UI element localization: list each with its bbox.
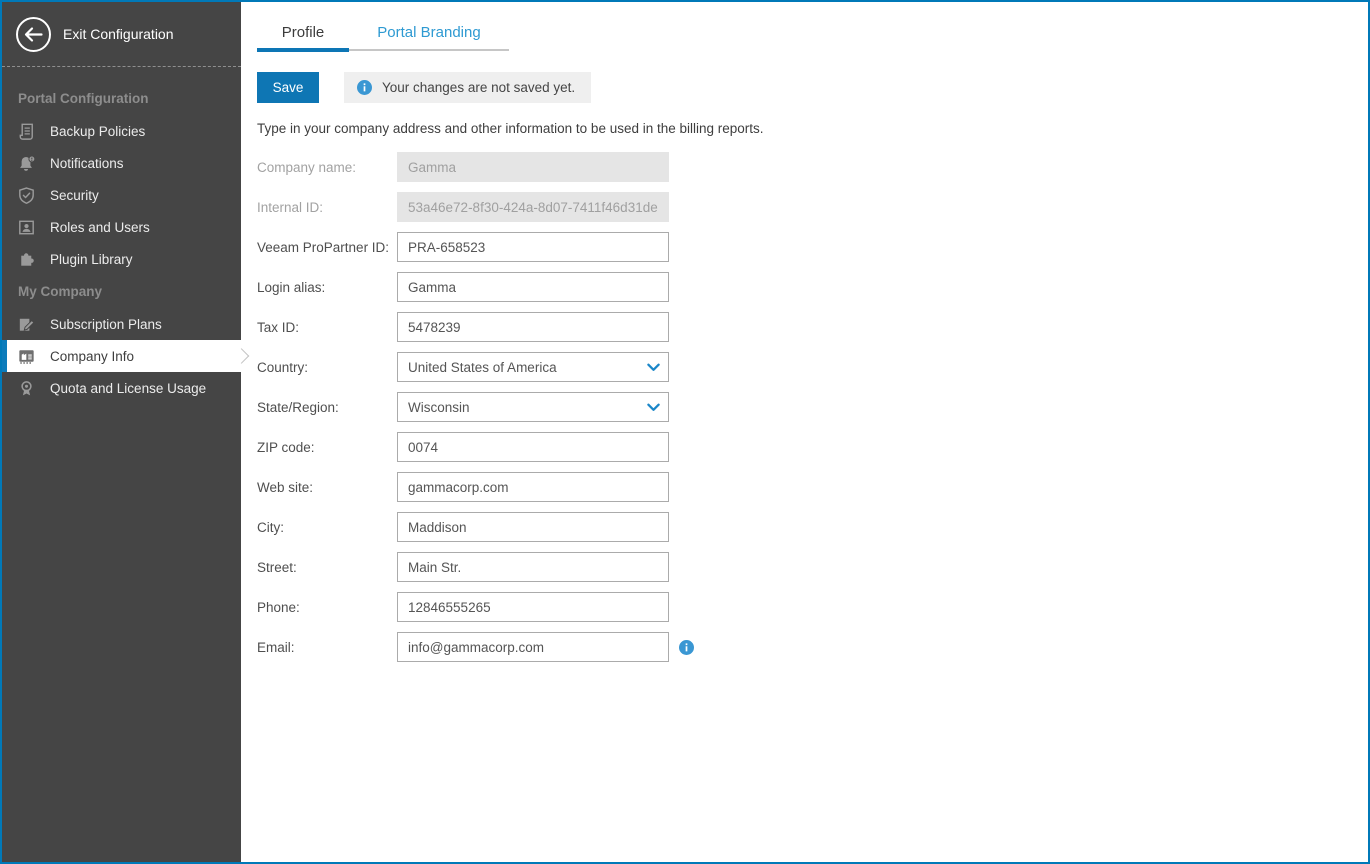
sidebar-item-label: Notifications (50, 156, 124, 171)
field-label: Internal ID: (257, 200, 397, 215)
field-label: Tax ID: (257, 320, 397, 335)
sidebar-item-label: Quota and License Usage (50, 381, 206, 396)
internal-id-field (397, 192, 669, 222)
security-icon (16, 185, 37, 206)
back-arrow-icon (15, 16, 52, 53)
field-label: Email: (257, 640, 397, 655)
state-region-select[interactable]: Wisconsin (397, 392, 669, 422)
field-label: Company name: (257, 160, 397, 175)
form-row-company-name: Company name: (257, 152, 1368, 182)
form-row-zip-code: ZIP code: (257, 432, 1368, 462)
country-select[interactable]: United States of America (397, 352, 669, 382)
sidebar-item-subscription-plans[interactable]: Subscription Plans (2, 308, 241, 340)
chevron-down-icon (647, 363, 660, 372)
chevron-down-icon (647, 403, 660, 412)
sidebar-item-label: Roles and Users (50, 220, 150, 235)
sidebar-item-company-info[interactable]: Company Info (2, 340, 241, 372)
roles-and-users-icon (16, 217, 37, 238)
form-row-city: City: (257, 512, 1368, 542)
city-field[interactable] (397, 512, 669, 542)
email-field[interactable] (397, 632, 669, 662)
field-label: State/Region: (257, 400, 397, 415)
main-content: Profile Portal Branding Save Your change… (241, 2, 1368, 862)
form-row-login-alias: Login alias: (257, 272, 1368, 302)
unsaved-changes-message: Your changes are not saved yet. (382, 80, 575, 95)
web-site-field[interactable] (397, 472, 669, 502)
sidebar-item-label: Backup Policies (50, 124, 145, 139)
sidebar-item-security[interactable]: Security (2, 179, 241, 211)
tab-profile[interactable]: Profile (257, 22, 349, 51)
plugin-library-icon (16, 249, 37, 270)
field-label: Login alias: (257, 280, 397, 295)
form-row-tax-id: Tax ID: (257, 312, 1368, 342)
company-name-field (397, 152, 669, 182)
field-label: Web site: (257, 480, 397, 495)
app-window: Exit Configuration Portal Configuration … (0, 0, 1370, 864)
form-row-state-region: State/Region: Wisconsin (257, 392, 1368, 422)
sidebar-item-notifications[interactable]: Notifications (2, 147, 241, 179)
form-row-street: Street: (257, 552, 1368, 582)
tax-id-field[interactable] (397, 312, 669, 342)
unsaved-changes-banner: Your changes are not saved yet. (344, 72, 591, 103)
form-row-email: Email: (257, 632, 1368, 662)
form-row-internal-id: Internal ID: (257, 192, 1368, 222)
notifications-icon (16, 153, 37, 174)
form-row-country: Country: United States of America (257, 352, 1368, 382)
backup-policies-icon (16, 121, 37, 142)
sidebar-item-quota-and-license-usage[interactable]: Quota and License Usage (2, 372, 241, 404)
page-description: Type in your company address and other i… (257, 120, 1368, 137)
email-info-icon[interactable] (679, 640, 694, 655)
exit-configuration-label: Exit Configuration (63, 26, 174, 42)
quota-license-icon (16, 378, 37, 399)
state-region-selected-value: Wisconsin (408, 400, 470, 415)
form-row-phone: Phone: (257, 592, 1368, 622)
phone-field[interactable] (397, 592, 669, 622)
zip-code-field[interactable] (397, 432, 669, 462)
form-row-propartner-id: Veeam ProPartner ID: (257, 232, 1368, 262)
company-info-icon (16, 346, 37, 367)
field-label: Veeam ProPartner ID: (257, 240, 397, 255)
toolbar: Save Your changes are not saved yet. (257, 72, 1368, 103)
login-alias-field[interactable] (397, 272, 669, 302)
subscription-plans-icon (16, 314, 37, 335)
sidebar-item-label: Subscription Plans (50, 317, 162, 332)
sidebar-item-plugin-library[interactable]: Plugin Library (2, 243, 241, 275)
field-label: Country: (257, 360, 397, 375)
tab-bar: Profile Portal Branding (257, 22, 509, 51)
street-field[interactable] (397, 552, 669, 582)
sidebar-item-roles-and-users[interactable]: Roles and Users (2, 211, 241, 243)
field-label: Street: (257, 560, 397, 575)
tab-portal-branding[interactable]: Portal Branding (349, 22, 509, 51)
section-title-portal-configuration: Portal Configuration (2, 67, 241, 115)
sidebar-item-label: Company Info (50, 349, 134, 364)
sidebar: Exit Configuration Portal Configuration … (2, 2, 241, 862)
exit-configuration-button[interactable]: Exit Configuration (2, 2, 241, 67)
sidebar-item-label: Security (50, 188, 99, 203)
sidebar-item-backup-policies[interactable]: Backup Policies (2, 115, 241, 147)
save-button[interactable]: Save (257, 72, 319, 103)
country-selected-value: United States of America (408, 360, 557, 375)
sidebar-item-label: Plugin Library (50, 252, 133, 267)
field-label: ZIP code: (257, 440, 397, 455)
form-row-web-site: Web site: (257, 472, 1368, 502)
section-title-my-company: My Company (2, 275, 241, 308)
field-label: City: (257, 520, 397, 535)
field-label: Phone: (257, 600, 397, 615)
info-icon (357, 80, 372, 95)
veeam-propartner-id-field[interactable] (397, 232, 669, 262)
